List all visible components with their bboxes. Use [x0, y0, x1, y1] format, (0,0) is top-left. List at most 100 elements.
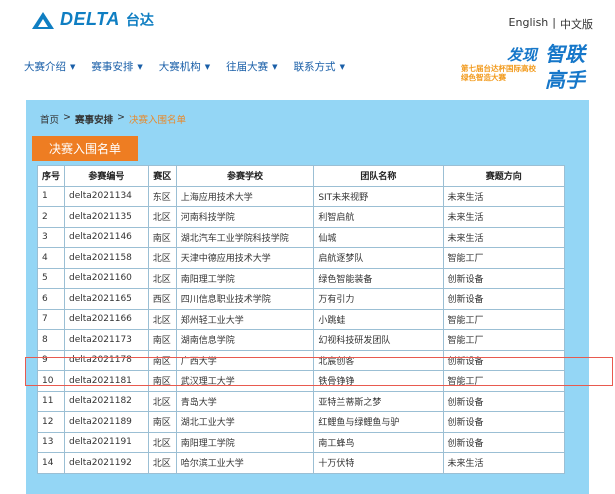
cell-team: 红鲤鱼与绿鲤鱼与驴: [313, 411, 444, 433]
breadcrumb-section-link[interactable]: 赛事安排: [75, 112, 113, 126]
column-header-index: 序号: [36, 165, 66, 187]
lang-english-link[interactable]: English: [509, 16, 549, 32]
cell-region: 北区: [147, 206, 177, 228]
cell-team: SIT未来视野: [313, 185, 444, 207]
cell-region: 东区: [147, 185, 177, 207]
cell-direction: 智能工厂: [442, 247, 566, 269]
table-row: 10 delta2021181 南区 武汉理工大学 铁骨铮铮 智能工厂: [36, 370, 566, 392]
column-header-region: 赛区: [147, 165, 177, 187]
nav-item-contact[interactable]: 联系方式 ▼: [294, 59, 345, 74]
finalists-table: 序号 参赛编号 赛区 参赛学校 团队名称 赛题方向 1 delta2021134 东…: [36, 165, 566, 474]
section-title: 决赛入围名单: [32, 136, 138, 161]
table-row: 9 delta2021178 南区 广西大学 北宸创客 创新设备: [36, 349, 566, 371]
delta-logo[interactable]: DELTA 台达: [30, 9, 154, 30]
table-row: 13 delta2021191 北区 南阳理工学院 南工蜂鸟 创新设备: [36, 431, 566, 453]
slogan-line-2: 智联: [545, 42, 585, 66]
cell-direction: 创新设备: [442, 349, 566, 371]
nav-item-label: 赛事安排: [91, 61, 134, 73]
table-header-row: 序号 参赛编号 赛区 参赛学校 团队名称 赛题方向: [36, 165, 566, 187]
cell-index: 3: [36, 226, 66, 248]
cell-team: 绿色智能装备: [313, 267, 444, 289]
language-switcher: English | 中文版: [509, 16, 593, 32]
lang-separator: |: [552, 16, 556, 29]
column-header-direction: 赛题方向: [442, 165, 566, 187]
cell-index: 12: [36, 411, 66, 433]
cell-team: 南工蜂鸟: [313, 431, 444, 453]
cell-direction: 智能工厂: [442, 308, 566, 330]
slogan-line-1: 发现: [506, 46, 537, 64]
main-nav: 大赛介绍 ▼ 赛事安排 ▼ 大赛机构 ▼ 往届大赛 ▼ 联系方式 ▼: [24, 59, 345, 74]
cell-direction: 未来生活: [442, 185, 566, 207]
table-row: 8 delta2021173 南区 湖南信息学院 幻视科技研发团队 智能工厂: [36, 329, 566, 351]
cell-code: delta2021135: [64, 206, 149, 228]
cell-region: 南区: [147, 226, 177, 248]
cell-code: delta2021146: [64, 226, 149, 248]
cell-direction: 创新设备: [442, 288, 566, 310]
chevron-down-icon: ▼: [339, 62, 345, 71]
table-row: 14 delta2021192 北区 哈尔滨工业大学 十万伏特 未来生活: [36, 452, 566, 474]
lang-chinese-link[interactable]: 中文版: [560, 16, 593, 32]
cell-team: 万有引力: [313, 288, 444, 310]
cell-code: delta2021178: [64, 349, 149, 371]
cell-school: 哈尔滨工业大学: [175, 452, 315, 474]
breadcrumb-home-link[interactable]: 首页: [40, 112, 59, 126]
breadcrumb-separator: >: [63, 112, 71, 123]
chevron-down-icon: ▼: [272, 62, 278, 71]
content-panel: 首页 > 赛事安排 > 决赛入围名单 决赛入围名单 序号 参赛编号 赛区 参赛学…: [26, 100, 589, 494]
cell-direction: 未来生活: [442, 206, 566, 228]
cell-school: 湖北汽车工业学院科技学院: [175, 226, 315, 248]
cell-index: 1: [36, 185, 66, 207]
cell-direction: 智能工厂: [442, 370, 566, 392]
cell-direction: 创新设备: [442, 390, 566, 412]
table-row: 1 delta2021134 东区 上海应用技术大学 SIT未来视野 未来生活: [36, 185, 566, 207]
cell-index: 14: [36, 452, 66, 474]
cell-region: 南区: [147, 411, 177, 433]
cell-index: 8: [36, 329, 66, 351]
cell-region: 南区: [147, 329, 177, 351]
table-row: 7 delta2021166 北区 郑州轻工业大学 小跳蛙 智能工厂: [36, 308, 566, 330]
cell-index: 6: [36, 288, 66, 310]
cell-team: 铁骨铮铮: [313, 370, 444, 392]
nav-item-past-contests[interactable]: 往届大赛 ▼: [226, 59, 277, 74]
nav-item-label: 往届大赛: [226, 61, 269, 73]
nav-item-schedule[interactable]: 赛事安排 ▼: [91, 59, 142, 74]
nav-item-organization[interactable]: 大赛机构 ▼: [159, 59, 210, 74]
cell-direction: 创新设备: [442, 267, 566, 289]
cell-school: 广西大学: [175, 349, 315, 371]
slogan-contest-name: 第七届台达杯国际高校绿色智造大赛: [461, 64, 536, 82]
nav-item-label: 联系方式: [293, 61, 336, 73]
breadcrumb-current: 决赛入围名单: [128, 115, 186, 126]
cell-direction: 未来生活: [442, 226, 566, 248]
cell-code: delta2021192: [64, 452, 149, 474]
cell-school: 河南科技学院: [175, 206, 315, 228]
cell-team: 十万伏特: [313, 452, 444, 474]
breadcrumb: 首页 > 赛事安排 > 决赛入围名单: [40, 112, 186, 126]
cell-team: 启航逐梦队: [313, 247, 444, 269]
breadcrumb-separator: >: [117, 112, 125, 123]
chevron-down-icon: ▼: [70, 62, 76, 71]
cell-team: 小跳蛙: [313, 308, 444, 330]
cell-index: 4: [36, 247, 66, 269]
cell-region: 北区: [147, 390, 177, 412]
cell-region: 北区: [147, 452, 177, 474]
delta-triangle-icon: [32, 11, 54, 29]
cell-region: 北区: [147, 308, 177, 330]
cell-school: 郑州轻工业大学: [175, 308, 315, 330]
table-row: 6 delta2021165 西区 四川信息职业技术学院 万有引力 创新设备: [36, 288, 566, 310]
cell-code: delta2021134: [64, 185, 149, 207]
cell-school: 武汉理工大学: [175, 370, 315, 392]
cell-direction: 未来生活: [442, 452, 566, 474]
table-row: 11 delta2021182 北区 青岛大学 亚特兰蒂斯之梦 创新设备: [36, 390, 566, 412]
cell-team: 北宸创客: [313, 349, 444, 371]
table-row: 4 delta2021158 北区 天津中德应用技术大学 启航逐梦队 智能工厂: [36, 247, 566, 269]
cell-code: delta2021165: [64, 288, 149, 310]
cell-school: 四川信息职业技术学院: [175, 288, 315, 310]
cell-index: 13: [36, 431, 66, 453]
cell-region: 西区: [147, 288, 177, 310]
nav-item-intro[interactable]: 大赛介绍 ▼: [24, 59, 75, 74]
cell-region: 北区: [147, 247, 177, 269]
cell-region: 北区: [147, 267, 177, 289]
cell-school: 天津中德应用技术大学: [175, 247, 315, 269]
cell-team: 亚特兰蒂斯之梦: [313, 390, 444, 412]
nav-item-label: 大赛机构: [158, 61, 201, 73]
